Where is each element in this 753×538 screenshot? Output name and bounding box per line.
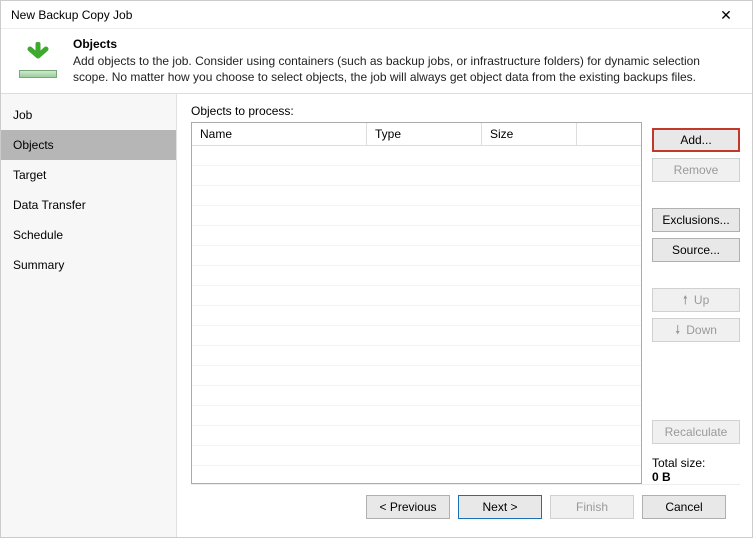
- wizard-footer: < Previous Next > Finish Cancel: [191, 484, 740, 529]
- up-button: 🠕 Up: [652, 288, 740, 312]
- down-button: 🠗 Down: [652, 318, 740, 342]
- total-size: Total size: 0 B: [652, 456, 740, 484]
- objects-step-icon: [15, 37, 61, 83]
- finish-button: Finish: [550, 495, 634, 519]
- arrow-down-icon: 🠗: [675, 319, 680, 341]
- remove-button: Remove: [652, 158, 740, 182]
- total-size-label: Total size:: [652, 456, 740, 470]
- window-title: New Backup Copy Job: [11, 8, 706, 22]
- table-header: Name Type Size: [192, 123, 641, 146]
- arrow-up-icon: 🠕: [683, 289, 688, 311]
- previous-button[interactable]: < Previous: [366, 495, 450, 519]
- add-button[interactable]: Add...: [652, 128, 740, 152]
- next-button[interactable]: Next >: [458, 495, 542, 519]
- cancel-button[interactable]: Cancel: [642, 495, 726, 519]
- header-title: Objects: [73, 37, 738, 51]
- wizard-body: Job Objects Target Data Transfer Schedul…: [1, 93, 752, 537]
- action-buttons-column: Add... Remove Exclusions... Source... 🠕 …: [652, 104, 740, 484]
- step-objects[interactable]: Objects: [1, 130, 176, 160]
- up-label: Up: [694, 289, 709, 311]
- source-button[interactable]: Source...: [652, 238, 740, 262]
- down-label: Down: [686, 319, 717, 341]
- col-blank[interactable]: [577, 123, 641, 146]
- objects-table[interactable]: Name Type Size: [191, 122, 642, 484]
- col-type[interactable]: Type: [367, 123, 482, 146]
- step-data-transfer[interactable]: Data Transfer: [1, 190, 176, 220]
- step-target[interactable]: Target: [1, 160, 176, 190]
- main-panel: Objects to process: Name Type Size Add..…: [177, 94, 752, 537]
- col-size[interactable]: Size: [482, 123, 577, 146]
- total-size-value: 0 B: [652, 470, 740, 484]
- close-icon[interactable]: ✕: [706, 5, 746, 25]
- wizard-header: Objects Add objects to the job. Consider…: [1, 29, 752, 93]
- title-bar: New Backup Copy Job ✕: [1, 1, 752, 29]
- recalculate-button: Recalculate: [652, 420, 740, 444]
- table-body-empty: [192, 146, 641, 482]
- col-name[interactable]: Name: [192, 123, 367, 146]
- step-job[interactable]: Job: [1, 100, 176, 130]
- header-desc: Add objects to the job. Consider using c…: [73, 53, 738, 85]
- objects-table-label: Objects to process:: [191, 104, 642, 118]
- wizard-steps-sidebar: Job Objects Target Data Transfer Schedul…: [1, 94, 177, 537]
- wizard-window: New Backup Copy Job ✕ Objects Add object…: [0, 0, 753, 538]
- exclusions-button[interactable]: Exclusions...: [652, 208, 740, 232]
- header-text: Objects Add objects to the job. Consider…: [73, 37, 738, 85]
- step-summary[interactable]: Summary: [1, 250, 176, 280]
- step-schedule[interactable]: Schedule: [1, 220, 176, 250]
- objects-table-wrap: Objects to process: Name Type Size: [191, 104, 642, 484]
